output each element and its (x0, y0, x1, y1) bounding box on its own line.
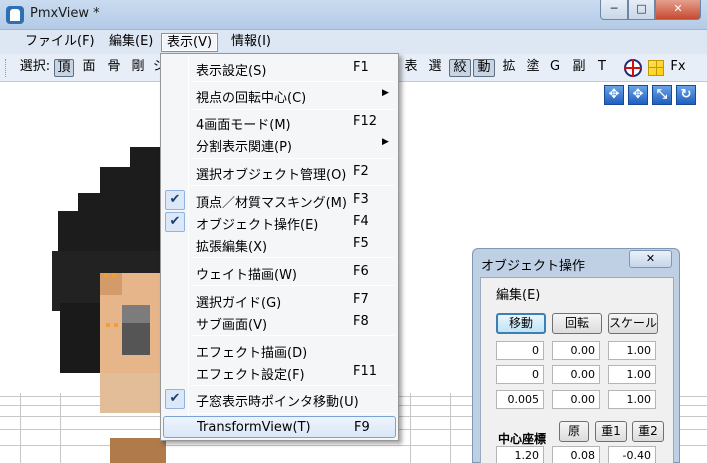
title-bar: PmxView * ─ □ ✕ (0, 0, 707, 30)
move-z-icon[interactable]: ⤡ (652, 85, 672, 105)
toolbar-group[interactable]: G (548, 59, 562, 77)
toolbar-sub[interactable]: 副 (571, 59, 587, 77)
menu-separator (191, 109, 394, 110)
check-icon: ✔ (165, 212, 185, 232)
minimize-button[interactable]: ─ (600, 0, 628, 20)
menu-item-effect-draw[interactable]: エフェクト描画(D) (163, 339, 396, 361)
submenu-arrow-icon: ▶ (382, 137, 389, 147)
move-z-field[interactable]: 0.005 (496, 390, 544, 409)
move-button[interactable]: 移動 (496, 313, 546, 334)
move-y-field[interactable]: 0 (496, 365, 544, 384)
toolbar-paint[interactable]: 塗 (524, 59, 542, 77)
menu-item-sub-screen[interactable]: サブ画面(V) F8 (163, 311, 396, 333)
center-x-field[interactable]: 1.20 (496, 446, 544, 463)
toolbar-bone[interactable]: 骨 (105, 59, 123, 77)
menu-file[interactable]: ファイル(F) (20, 33, 100, 52)
rotate-y-field[interactable]: 0.00 (552, 365, 600, 384)
toolbar-move[interactable]: 動 (473, 59, 495, 77)
panel-close-button[interactable]: ✕ (629, 250, 672, 268)
select-label: 選択: (19, 59, 51, 74)
app-icon (6, 6, 24, 24)
crosshair-target-icon[interactable] (624, 59, 642, 77)
scale-y-field[interactable]: 1.00 (608, 365, 656, 384)
move-x-field[interactable]: 0 (496, 341, 544, 360)
toolbar-filter[interactable]: 絞 (449, 59, 471, 77)
menu-bar: ファイル(F) 編集(E) 表示(V) 情報(I) (0, 30, 707, 54)
menu-separator (191, 335, 394, 336)
toolbar-vertex[interactable]: 頂 (54, 59, 74, 77)
menu-view[interactable]: 表示(V) (161, 33, 219, 52)
close-button[interactable]: ✕ (655, 0, 701, 20)
toolbar-display[interactable]: 表 (402, 59, 420, 77)
menu-separator (191, 257, 394, 258)
menu-item-transform-view[interactable]: TransformView(T) F9 (163, 416, 396, 438)
toolbar-expand[interactable]: 拡 (500, 59, 518, 77)
grid-icon[interactable] (648, 60, 664, 76)
menu-separator (191, 185, 394, 186)
scale-z-field[interactable]: 1.00 (608, 390, 656, 409)
toolbar-select[interactable]: 選 (426, 59, 444, 77)
menu-separator (191, 413, 394, 414)
floor-grid-line (450, 393, 451, 463)
menu-item-split-display[interactable]: 分割表示関連(P) ▶ (163, 133, 396, 155)
menu-item-weight-draw[interactable]: ウェイト描画(W) F6 (163, 261, 396, 283)
menu-separator (191, 385, 394, 386)
scale-button[interactable]: スケール (608, 313, 658, 334)
menu-info[interactable]: 情報(I) (226, 33, 276, 52)
menu-item-display-settings[interactable]: 表示設定(S) F1 (163, 57, 396, 79)
view-menu-dropdown: 表示設定(S) F1 視点の回転中心(C) ▶ 4画面モード(M) F12 分割… (160, 53, 399, 441)
panel-body: 編集(E) 移動 回転 スケール 0 0.00 1.00 0 0.00 1.00… (480, 277, 674, 463)
menu-item-extended-edit[interactable]: 拡張編集(X) F5 (163, 233, 396, 255)
move-xz-icon[interactable]: ✥ (628, 85, 648, 105)
toolbar-rigid[interactable]: 剛 (129, 59, 147, 77)
toolbar-face[interactable]: 面 (80, 59, 98, 77)
menu-edit[interactable]: 編集(E) (104, 33, 158, 52)
window-title: PmxView * (30, 6, 100, 21)
center-y-field[interactable]: 0.08 (552, 446, 600, 463)
toolbar-grip[interactable] (5, 59, 9, 77)
maximize-button[interactable]: □ (628, 0, 655, 20)
panel-title: オブジェクト操作 (481, 259, 586, 274)
submenu-arrow-icon: ▶ (382, 88, 389, 98)
check-icon: ✔ (165, 190, 185, 210)
menu-separator (191, 158, 394, 159)
object-operation-window: オブジェクト操作 ✕ 編集(E) 移動 回転 スケール 0 0.00 1.00 … (472, 248, 680, 463)
check-icon: ✔ (165, 389, 185, 409)
menu-item-rotation-center[interactable]: 視点の回転中心(C) ▶ (163, 84, 396, 106)
center-z-field[interactable]: -0.40 (608, 446, 656, 463)
menu-separator (191, 81, 394, 82)
edit-menu[interactable]: 編集(E) (496, 284, 540, 303)
menu-item-selection-guide[interactable]: 選択ガイド(G) F7 (163, 289, 396, 311)
rotate-x-field[interactable]: 0.00 (552, 341, 600, 360)
toolbar-fx[interactable]: Fx (669, 59, 687, 77)
rotate-z-field[interactable]: 0.00 (552, 390, 600, 409)
floor-grid-line (20, 393, 21, 463)
weight1-button[interactable]: 重1 (595, 421, 627, 442)
move-xy-icon[interactable]: ✥ (604, 85, 624, 105)
floor-grid-line (410, 393, 411, 463)
menu-item-pointer-move[interactable]: ✔ 子窓表示時ポインタ移動(U) (163, 388, 396, 410)
rotate-icon[interactable]: ↻ (676, 85, 696, 105)
menu-item-object-operation[interactable]: ✔ オブジェクト操作(E) F4 (163, 211, 396, 233)
floor-grid-line (60, 393, 61, 463)
menu-item-vertex-material-masking[interactable]: ✔ 頂点／材質マスキング(M) F3 (163, 189, 396, 211)
menu-separator (191, 285, 394, 286)
toolbar-t[interactable]: T (596, 59, 608, 77)
menu-item-4-screen-mode[interactable]: 4画面モード(M) F12 (163, 111, 396, 133)
origin-button[interactable]: 原 (559, 421, 589, 442)
weight2-button[interactable]: 重2 (632, 421, 664, 442)
rotate-button[interactable]: 回転 (552, 313, 602, 334)
menu-item-selected-object-mgmt[interactable]: 選択オブジェクト管理(O) F2 (163, 161, 396, 183)
center-coords-label: 中心座標 (498, 432, 547, 446)
scale-x-field[interactable]: 1.00 (608, 341, 656, 360)
menu-item-effect-settings[interactable]: エフェクト設定(F) F11 (163, 361, 396, 383)
